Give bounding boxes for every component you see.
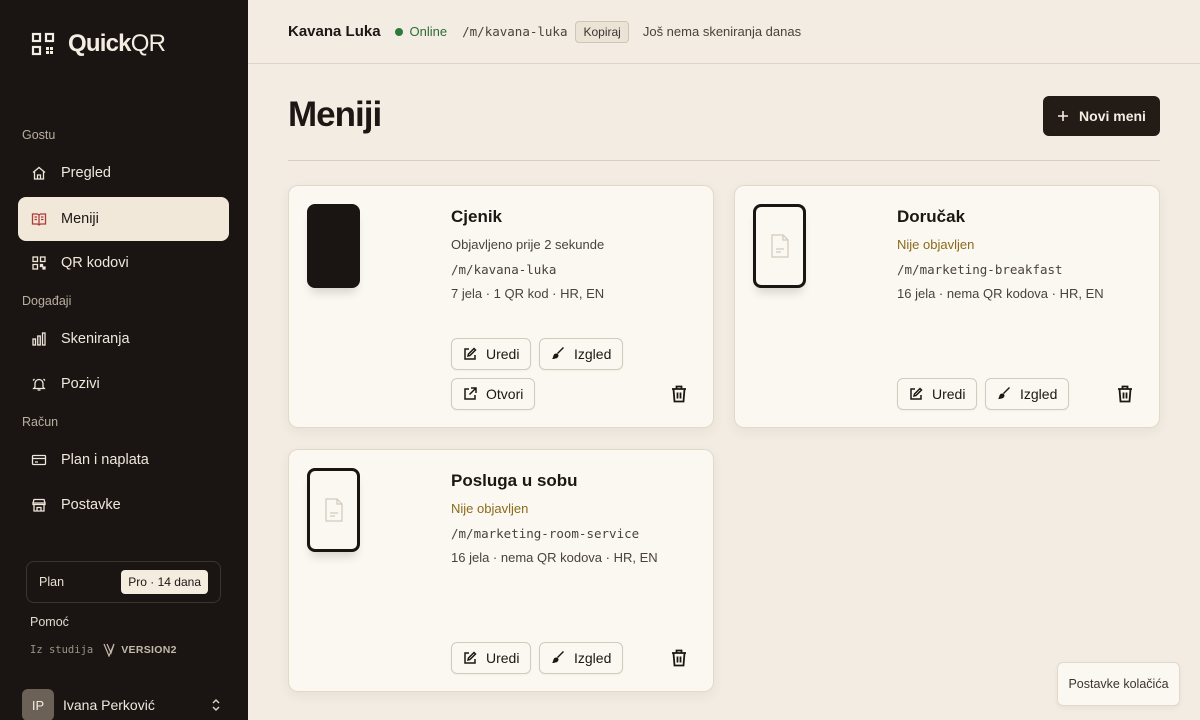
header-divider [288,160,1160,161]
sidebar-item-label: QR kodovi [61,255,129,271]
help-link[interactable]: Pomoć [30,615,69,629]
appearance-button[interactable]: Izgled [985,378,1070,410]
nav-section-events: Događaji [22,294,72,308]
studio-credit: Iz studija VERSION2 [30,643,177,657]
menu-meta: 7 jela · 1 QR kod · HR, EN [451,286,605,301]
sidebar-item-overview[interactable]: Pregled [18,151,229,195]
nav-section-guests: Gostu [22,128,56,142]
brand-name: QuickQR [68,30,166,57]
plan-label: Plan [39,575,65,589]
menu-title[interactable]: Cjenik [451,207,502,227]
sidebar-item-label: Skeniranja [61,331,130,347]
avatar: IP [22,689,54,720]
open-button[interactable]: Otvori [451,378,536,410]
credit-card-icon [31,454,47,466]
sidebar-item-qr-codes[interactable]: QR kodovi [18,241,229,285]
menu-preview-thumbnail[interactable] [307,468,360,552]
brush-icon [552,347,564,359]
bar-chart-icon [32,332,46,346]
sidebar-item-scans[interactable]: Skeniranja [18,317,229,361]
plus-icon [1058,111,1069,121]
plan-badge: Pro · 14 dana [121,570,208,594]
edit-icon [464,347,477,360]
appearance-button[interactable]: Izgled [539,338,624,370]
cookie-settings-button[interactable]: Postavke kolačića [1057,662,1180,706]
brush-icon [552,651,564,663]
bell-icon [32,378,46,391]
delete-button[interactable] [669,384,689,404]
menu-preview-thumbnail[interactable] [753,204,806,288]
menu-status: Nije objavljen [897,237,975,252]
nav-section-account: Račun [22,415,59,429]
store-icon [32,498,46,512]
v-logo-icon [103,643,115,657]
sidebar-item-settings[interactable]: Postavke [18,483,229,527]
online-status: Online [409,24,448,39]
qr-icon [32,256,46,270]
delete-button[interactable] [1115,384,1135,404]
menu-title[interactable]: Doručak [897,207,965,227]
sidebar-item-label: Meniji [61,211,99,227]
external-link-icon [464,387,477,400]
user-menu[interactable]: IP Ivana Perković [22,689,222,720]
chevron-up-down-icon [212,698,220,712]
menu-preview-thumbnail[interactable] [307,204,360,288]
menu-title[interactable]: Posluga u sobu [451,471,578,491]
menu-card-posluga-u-sobu: Posluga u sobu Nije objavljen /m/marketi… [288,449,714,692]
appearance-button[interactable]: Izgled [539,642,624,674]
online-status-dot [394,27,403,36]
trash-icon [672,385,686,403]
sidebar-item-label: Pozivi [61,376,100,392]
venue-name: Kavana Luka [288,23,381,40]
book-icon [31,213,47,226]
qr-grid-icon [31,32,55,56]
edit-button[interactable]: Uredi [451,642,532,674]
edit-icon [464,651,477,664]
home-icon [32,166,46,180]
venue-slug: /m/kavana-luka [462,24,568,39]
menu-status: Nije objavljen [451,501,529,516]
user-name: Ivana Perković [63,697,155,713]
menu-meta: 16 jela · nema QR kodova · HR, EN [451,550,658,565]
trash-icon [1118,385,1132,403]
sidebar-item-label: Pregled [61,165,111,181]
scan-note: Još nema skeniranja danas [642,24,802,39]
document-placeholder-icon [770,234,789,258]
copy-button[interactable]: Kopiraj [575,20,629,43]
studio-prefix: Iz studija [30,644,94,656]
page-title: Meniji [288,95,382,134]
menu-card-cjenik: Cjenik Objavljeno prije 2 sekunde /m/kav… [288,185,714,428]
trash-icon [672,649,686,667]
delete-button[interactable] [669,648,689,668]
edit-button[interactable]: Uredi [897,378,978,410]
new-menu-button[interactable]: Novi meni [1043,96,1160,136]
sidebar-item-billing[interactable]: Plan i naplata [18,438,229,482]
menu-meta: 16 jela · nema QR kodova · HR, EN [897,286,1104,301]
studio-logo[interactable]: VERSION2 [103,643,177,657]
top-bar: Kavana Luka Online /m/kavana-luka Kopira… [248,0,1200,64]
brush-icon [998,387,1010,399]
menu-slug: /m/kavana-luka [451,262,557,277]
sidebar-item-label: Plan i naplata [61,452,149,468]
sidebar: QuickQR Gostu Pregled Meniji QR kodovi D… [0,0,248,720]
edit-button[interactable]: Uredi [451,338,532,370]
menu-card-dorucak: Doručak Nije objavljen /m/marketing-brea… [734,185,1160,428]
plan-box[interactable]: Plan Pro · 14 dana [26,561,221,603]
menu-slug: /m/marketing-breakfast [897,262,1063,277]
sidebar-item-calls[interactable]: Pozivi [18,362,229,406]
document-placeholder-icon [324,498,343,522]
brand-logo[interactable]: QuickQR [31,30,166,58]
menu-status: Objavljeno prije 2 sekunde [451,237,605,252]
sidebar-item-label: Postavke [61,497,121,513]
sidebar-item-menus[interactable]: Meniji [18,197,229,241]
edit-icon [910,387,923,400]
menu-slug: /m/marketing-room-service [451,526,640,541]
